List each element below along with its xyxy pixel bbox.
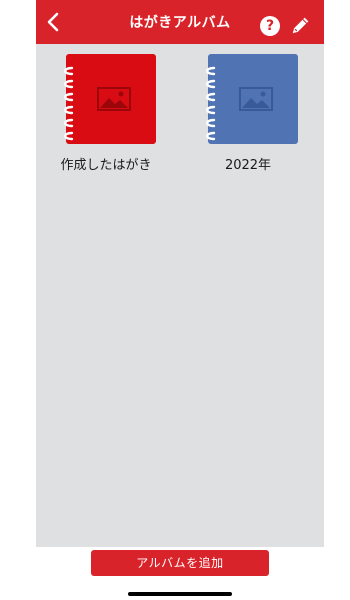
album-item-created-postcards[interactable]: 作成したはがき	[46, 54, 166, 184]
add-album-button[interactable]: アルバムを追加	[91, 550, 269, 576]
album-cover[interactable]	[208, 54, 298, 144]
home-indicator[interactable]	[128, 592, 232, 596]
help-icon[interactable]: ?	[260, 16, 280, 36]
album-grid: 作成したはがき 2022年	[36, 44, 324, 547]
binder-rings-icon	[206, 66, 216, 141]
app-screen: はがきアルバム ? 作成したはがき 2022年 アルバムを追加	[36, 0, 324, 600]
album-item-2022[interactable]: 2022年	[188, 54, 308, 184]
album-label: 作成したはがき	[60, 158, 152, 173]
image-icon	[97, 87, 131, 111]
album-label: 2022年	[224, 158, 272, 173]
bottom-bar: アルバムを追加	[36, 547, 324, 600]
image-icon	[239, 87, 273, 111]
binder-rings-icon	[64, 66, 74, 141]
page-title: はがきアルバム	[129, 15, 231, 31]
nav-bar: はがきアルバム ?	[36, 0, 324, 44]
album-cover[interactable]	[66, 54, 156, 144]
pencil-icon[interactable]	[290, 14, 312, 36]
